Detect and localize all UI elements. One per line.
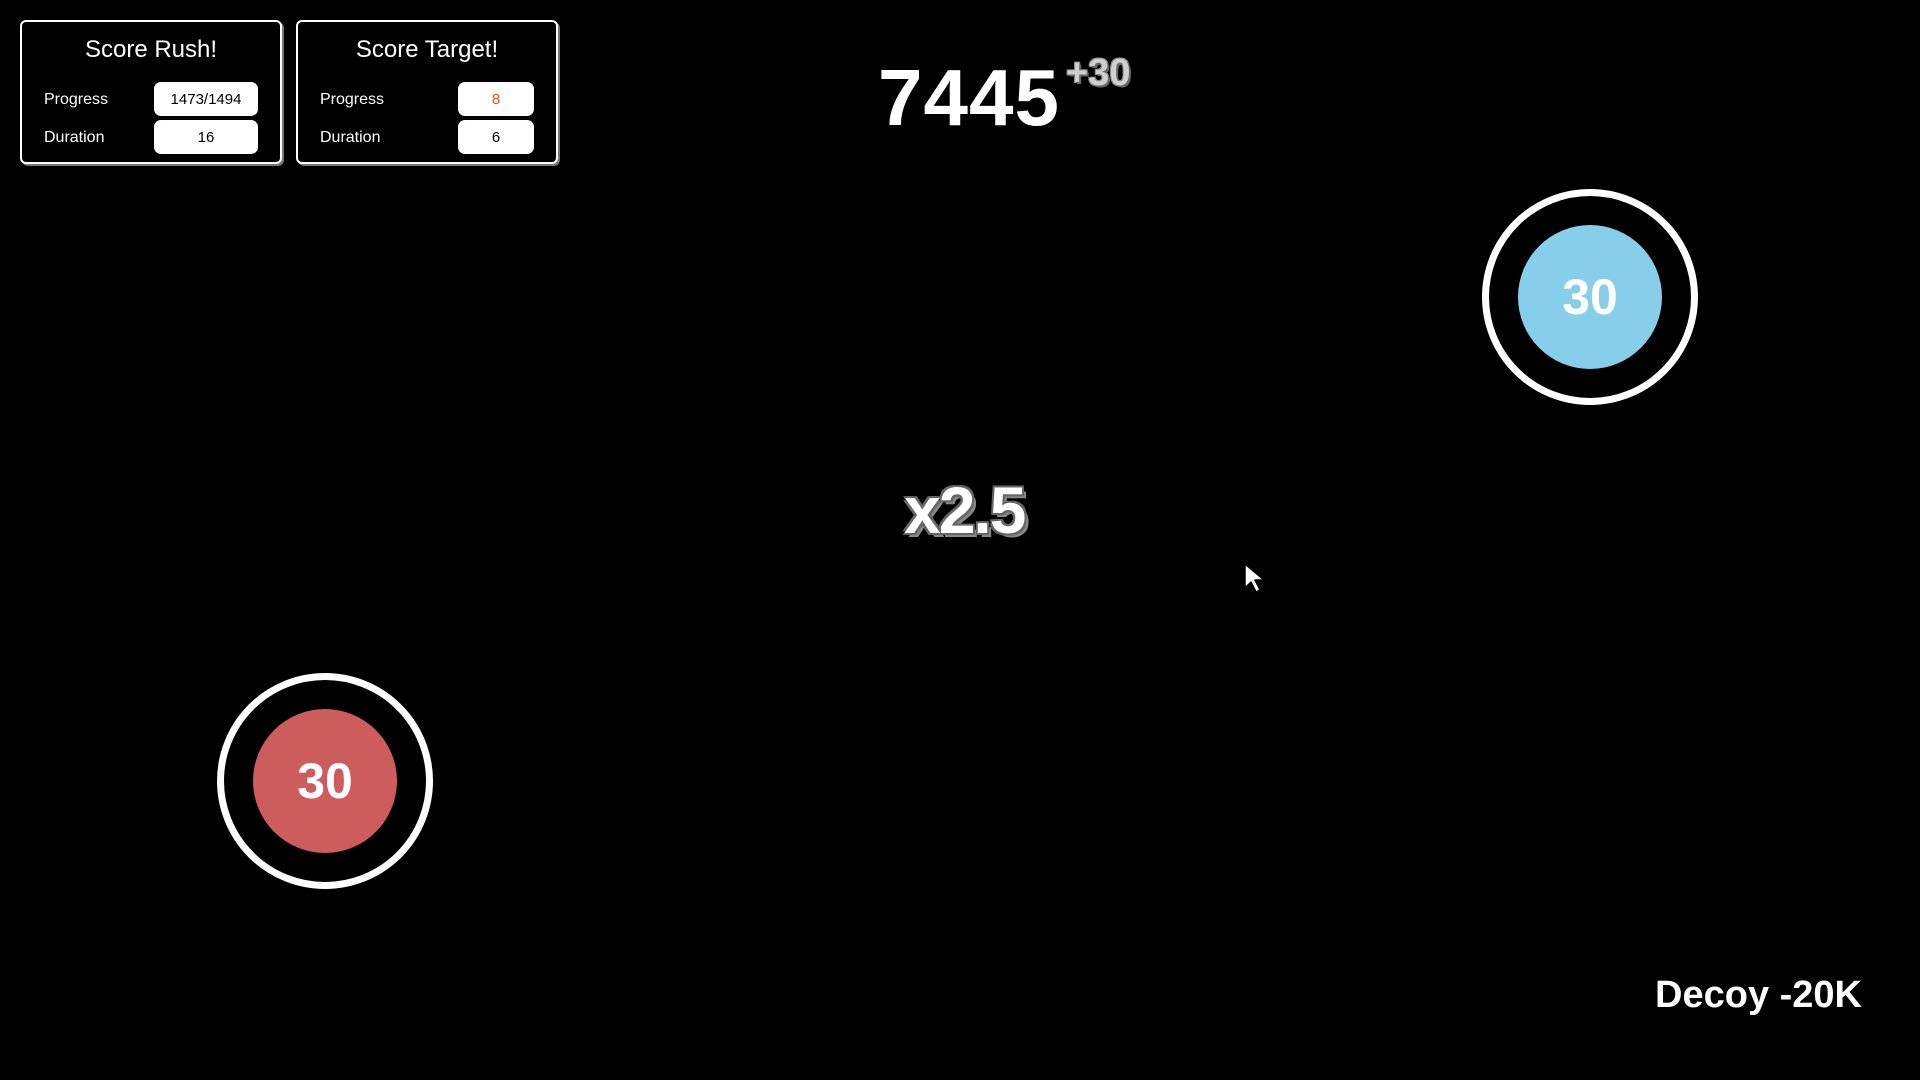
score-rush-panel: Score Rush! Progress 1473/1494 Duration … xyxy=(20,20,282,164)
score-rush-progress-row: Progress 1473/1494 xyxy=(22,82,280,116)
duration-label: Duration xyxy=(320,129,381,146)
score-target-duration-value: 6 xyxy=(458,120,534,154)
score-target-panel: Score Target! Progress 8 Duration 6 xyxy=(296,20,558,164)
mouse-pointer-icon xyxy=(1244,563,1265,593)
duration-label: Duration xyxy=(44,129,105,146)
decoy-penalty-label: Decoy -20K xyxy=(1655,974,1862,1016)
score-target-duration-row: Duration 6 xyxy=(298,120,556,154)
target-blue[interactable]: 30 xyxy=(1482,189,1698,405)
score-target-progress-row: Progress 8 xyxy=(298,82,556,116)
score-rush-progress-value: 1473/1494 xyxy=(154,82,258,116)
game-stage[interactable]: Score Rush! Progress 1473/1494 Duration … xyxy=(0,0,1920,1080)
score-value: 7445 xyxy=(878,53,1060,142)
progress-label: Progress xyxy=(320,91,385,108)
progress-label: Progress xyxy=(44,91,109,108)
score-target-progress-value: 8 xyxy=(458,82,534,116)
target-red[interactable]: 30 xyxy=(217,673,433,889)
score-rush-duration-row: Duration 16 xyxy=(22,120,280,154)
score-multiplier: x2.5 xyxy=(904,473,1026,547)
target-blue-value: 30 xyxy=(1518,225,1662,369)
score-rush-title: Score Rush! xyxy=(84,36,218,63)
score-target-title: Score Target! xyxy=(355,36,499,63)
target-red-value: 30 xyxy=(253,709,397,853)
score-rush-duration-value: 16 xyxy=(154,120,258,154)
score-gain-popup: +30 xyxy=(1066,52,1131,94)
